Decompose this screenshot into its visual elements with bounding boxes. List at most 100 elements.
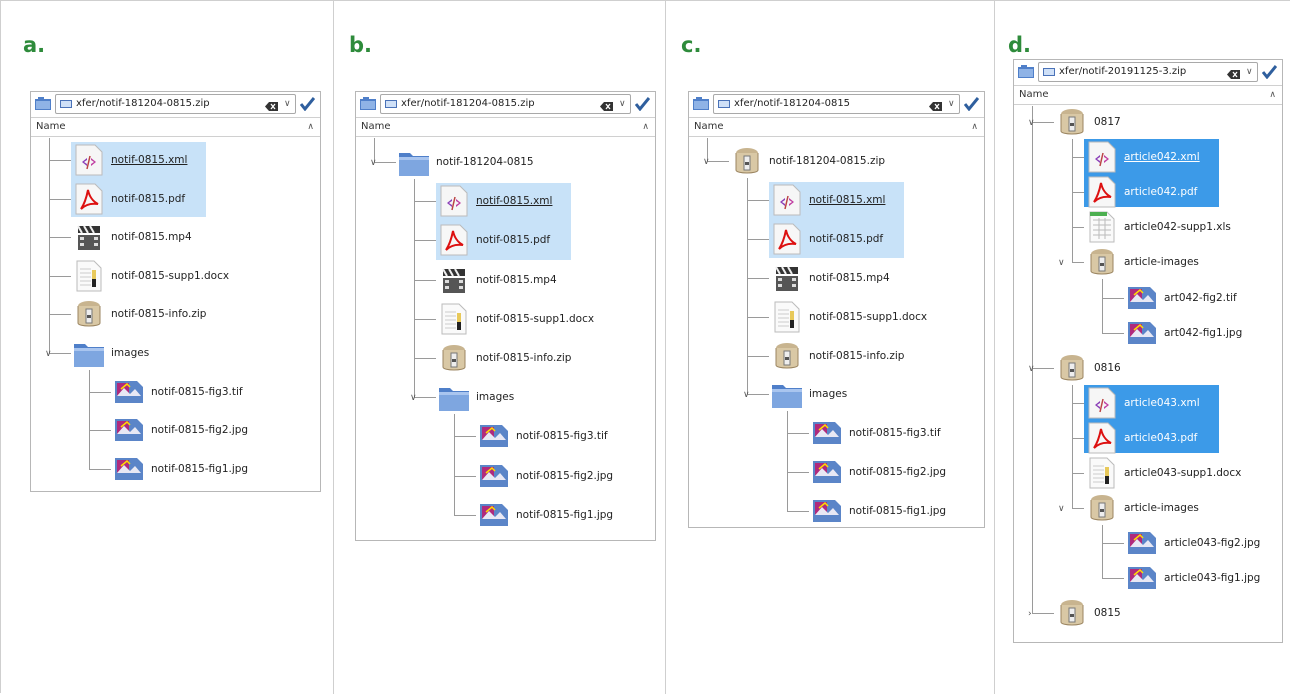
confirm-check-icon[interactable]: [963, 96, 980, 112]
tree-item-label: 0815: [1094, 607, 1121, 620]
drive-icon: [60, 100, 72, 108]
tree-item-label: notif-0815-fig3.tif: [849, 427, 941, 440]
expand-chevron-icon[interactable]: ∨: [410, 393, 417, 403]
tree-branch-line: [747, 238, 769, 240]
tree-branch-line: [1072, 192, 1084, 194]
tree-item-label: 0817: [1094, 116, 1121, 128]
tree-branch-line: [747, 355, 769, 357]
video-file-icon: [73, 220, 105, 254]
tree-vertical-line: [414, 179, 415, 398]
tree-item-label: article042.xml: [1124, 151, 1200, 164]
expand-chevron-icon[interactable]: ∨: [1028, 364, 1035, 374]
tree-item-label: article043.pdf: [1124, 431, 1198, 444]
name-column-header[interactable]: Name ∧: [689, 117, 984, 137]
tree-item-label: images: [476, 391, 515, 404]
file-browser-panel: xfer/notif-20191125-3.zip ∨ Name ∧ 0817 ∨ arti…: [1013, 59, 1283, 643]
image-file-icon: [478, 498, 510, 532]
expand-chevron-icon[interactable]: ∨: [1058, 258, 1065, 268]
path-text: xfer/notif-181204-0815.zip: [76, 98, 210, 109]
xml-file-icon: [438, 184, 470, 218]
tree-branch-line: [747, 316, 769, 318]
tree-branch-line: [414, 201, 436, 203]
tree-vertical-line: [89, 370, 90, 469]
location-icon[interactable]: [360, 96, 376, 111]
tree-item-label: images: [809, 388, 848, 401]
tree-branch-line: [49, 275, 71, 277]
path-field[interactable]: xfer/notif-20191125-3.zip ∨: [1038, 62, 1258, 82]
image-file-icon: [113, 452, 145, 486]
folder-icon: [771, 377, 803, 411]
tree-item-label: notif-181204-0815.zip: [769, 155, 886, 167]
path-toolbar: xfer/notif-20191125-3.zip ∨: [1014, 60, 1282, 84]
zip-archive-icon: [771, 339, 803, 373]
expand-chevron-icon[interactable]: ∨: [45, 349, 52, 359]
tree-item-label: notif-0815-supp1.docx: [809, 310, 928, 323]
tree-vertical-line: [1102, 525, 1103, 579]
expand-chevron-icon[interactable]: ∨: [1028, 118, 1035, 128]
tree-item-label: article043-fig1.jpg: [1164, 572, 1261, 585]
tree-item-label: notif-0815.pdf: [111, 192, 186, 205]
image-file-icon: [113, 413, 145, 447]
path-text: xfer/notif-20191125-3.zip: [1059, 66, 1187, 77]
expand-chevron-icon[interactable]: ∨: [1058, 504, 1065, 514]
expand-chevron-icon[interactable]: ∨: [370, 158, 377, 168]
tree-item-label: notif-0815-info.zip: [111, 308, 207, 321]
tree-item-label: notif-0815.xml: [111, 154, 188, 166]
tree-branch-line: [414, 279, 436, 281]
tree-branch-line: [787, 472, 809, 474]
dropdown-chevron-icon[interactable]: ∨: [948, 95, 955, 113]
confirm-check-icon[interactable]: [634, 96, 651, 112]
tree-branch-line: [454, 514, 476, 516]
path-text: xfer/notif-181204-0815.zip: [401, 98, 535, 109]
path-field[interactable]: xfer/notif-181204-0815.zip ∨: [55, 94, 296, 114]
tree-branch-line: [374, 162, 396, 163]
path-field[interactable]: xfer/notif-181204-0815 ∨: [713, 94, 960, 114]
tree-branch-line: [1102, 578, 1124, 580]
confirm-check-icon[interactable]: [299, 96, 316, 112]
name-column-header[interactable]: Name ∧: [356, 117, 655, 137]
clear-text-icon[interactable]: [1227, 68, 1240, 79]
drive-icon: [385, 100, 397, 108]
tree-item-label: notif-181204-0815: [436, 156, 534, 168]
confirm-check-icon[interactable]: [1261, 64, 1278, 80]
document-file-icon: [1086, 456, 1118, 490]
xml-file-icon: [73, 143, 105, 177]
path-field[interactable]: xfer/notif-181204-0815.zip ∨: [380, 94, 631, 114]
location-icon[interactable]: [693, 96, 709, 111]
collapse-chevron-icon[interactable]: ›: [1028, 609, 1032, 619]
dropdown-chevron-icon[interactable]: ∨: [1246, 63, 1253, 81]
clear-text-icon[interactable]: [265, 100, 278, 111]
file-browser-panel: xfer/notif-181204-0815.zip ∨ Name ∧ notif-08…: [30, 91, 321, 492]
dropdown-chevron-icon[interactable]: ∨: [619, 95, 626, 113]
clear-text-icon[interactable]: [929, 100, 942, 111]
tree-branch-line: [49, 160, 71, 161]
tree-vertical-line: [454, 414, 455, 515]
panel-label: b.: [349, 33, 373, 57]
tree-branch-line: [1102, 332, 1124, 334]
tree-item-label: notif-0815-supp1.docx: [476, 312, 595, 325]
tree-branch-line: [1072, 473, 1084, 474]
column-header-label: Name: [36, 121, 66, 132]
expand-chevron-icon[interactable]: ∨: [703, 157, 710, 167]
tree-item-label: notif-0815-fig3.tif: [151, 385, 243, 398]
name-column-header[interactable]: Name ∧: [1014, 85, 1282, 105]
tree-branch-line: [414, 240, 436, 242]
panel-label: a.: [23, 33, 46, 57]
location-icon[interactable]: [35, 96, 51, 111]
image-file-icon: [811, 416, 843, 450]
tree-item-label: notif-0815-fig1.jpg: [151, 462, 249, 475]
name-column-header[interactable]: Name ∧: [31, 117, 320, 137]
document-file-icon: [771, 300, 803, 334]
folder-icon: [73, 336, 105, 370]
tree-branch-line: [414, 318, 436, 320]
tree-item-label: article042.pdf: [1124, 186, 1198, 199]
tree-branch-line: [1072, 402, 1084, 404]
location-icon[interactable]: [1018, 64, 1034, 79]
tree-item-label: notif-0815-supp1.docx: [111, 269, 230, 282]
zip-archive-icon: [1056, 105, 1088, 139]
expand-chevron-icon[interactable]: ∨: [743, 390, 750, 400]
clear-text-icon[interactable]: [600, 100, 613, 111]
dropdown-chevron-icon[interactable]: ∨: [284, 95, 291, 113]
folder-icon: [398, 145, 430, 179]
zip-archive-icon: [1056, 351, 1088, 385]
